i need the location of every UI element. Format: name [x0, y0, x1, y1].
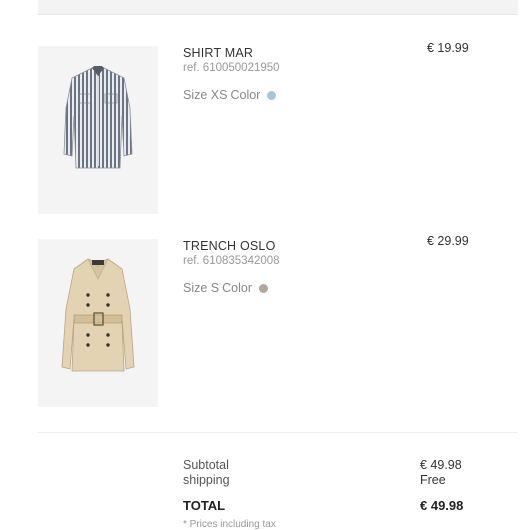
product-color-label: Color [222, 281, 253, 295]
total-value: € 49.98 [420, 498, 464, 513]
product-options: Size XS Color [183, 88, 280, 102]
subtotal-label: Subtotal [183, 458, 229, 472]
cart-item-trench: TRENCH OSLO ref. 610835342008 Size S Col… [183, 239, 280, 295]
top-bar [38, 0, 518, 15]
product-image-trench[interactable] [38, 239, 158, 407]
product-color-label: Color [230, 88, 261, 102]
product-image-shirt[interactable] [38, 46, 158, 214]
total-label: TOTAL [183, 498, 226, 513]
product-price: € 19.99 [427, 41, 469, 55]
beige-trench-coat-image [61, 258, 135, 372]
shipping-value: Free [420, 473, 446, 487]
product-ref: ref. 610050021950 [183, 62, 280, 74]
product-options: Size S Color [183, 281, 280, 295]
shipping-label: shipping [183, 473, 230, 487]
subtotal-value: € 49.98 [420, 458, 462, 472]
striped-shirt-image [63, 66, 133, 169]
product-price: € 29.99 [427, 234, 469, 248]
tax-note: * Prices including tax [183, 519, 276, 530]
product-ref: ref. 610835342008 [183, 255, 280, 267]
product-size: Size S [183, 281, 220, 295]
color-swatch [259, 283, 269, 293]
product-size: Size XS [183, 88, 228, 102]
color-swatch [267, 90, 277, 100]
product-name[interactable]: SHIRT MAR [183, 46, 280, 60]
summary-divider [38, 432, 518, 433]
product-name[interactable]: TRENCH OSLO [183, 239, 280, 253]
cart-item-shirt: SHIRT MAR ref. 610050021950 Size XS Colo… [183, 46, 280, 102]
